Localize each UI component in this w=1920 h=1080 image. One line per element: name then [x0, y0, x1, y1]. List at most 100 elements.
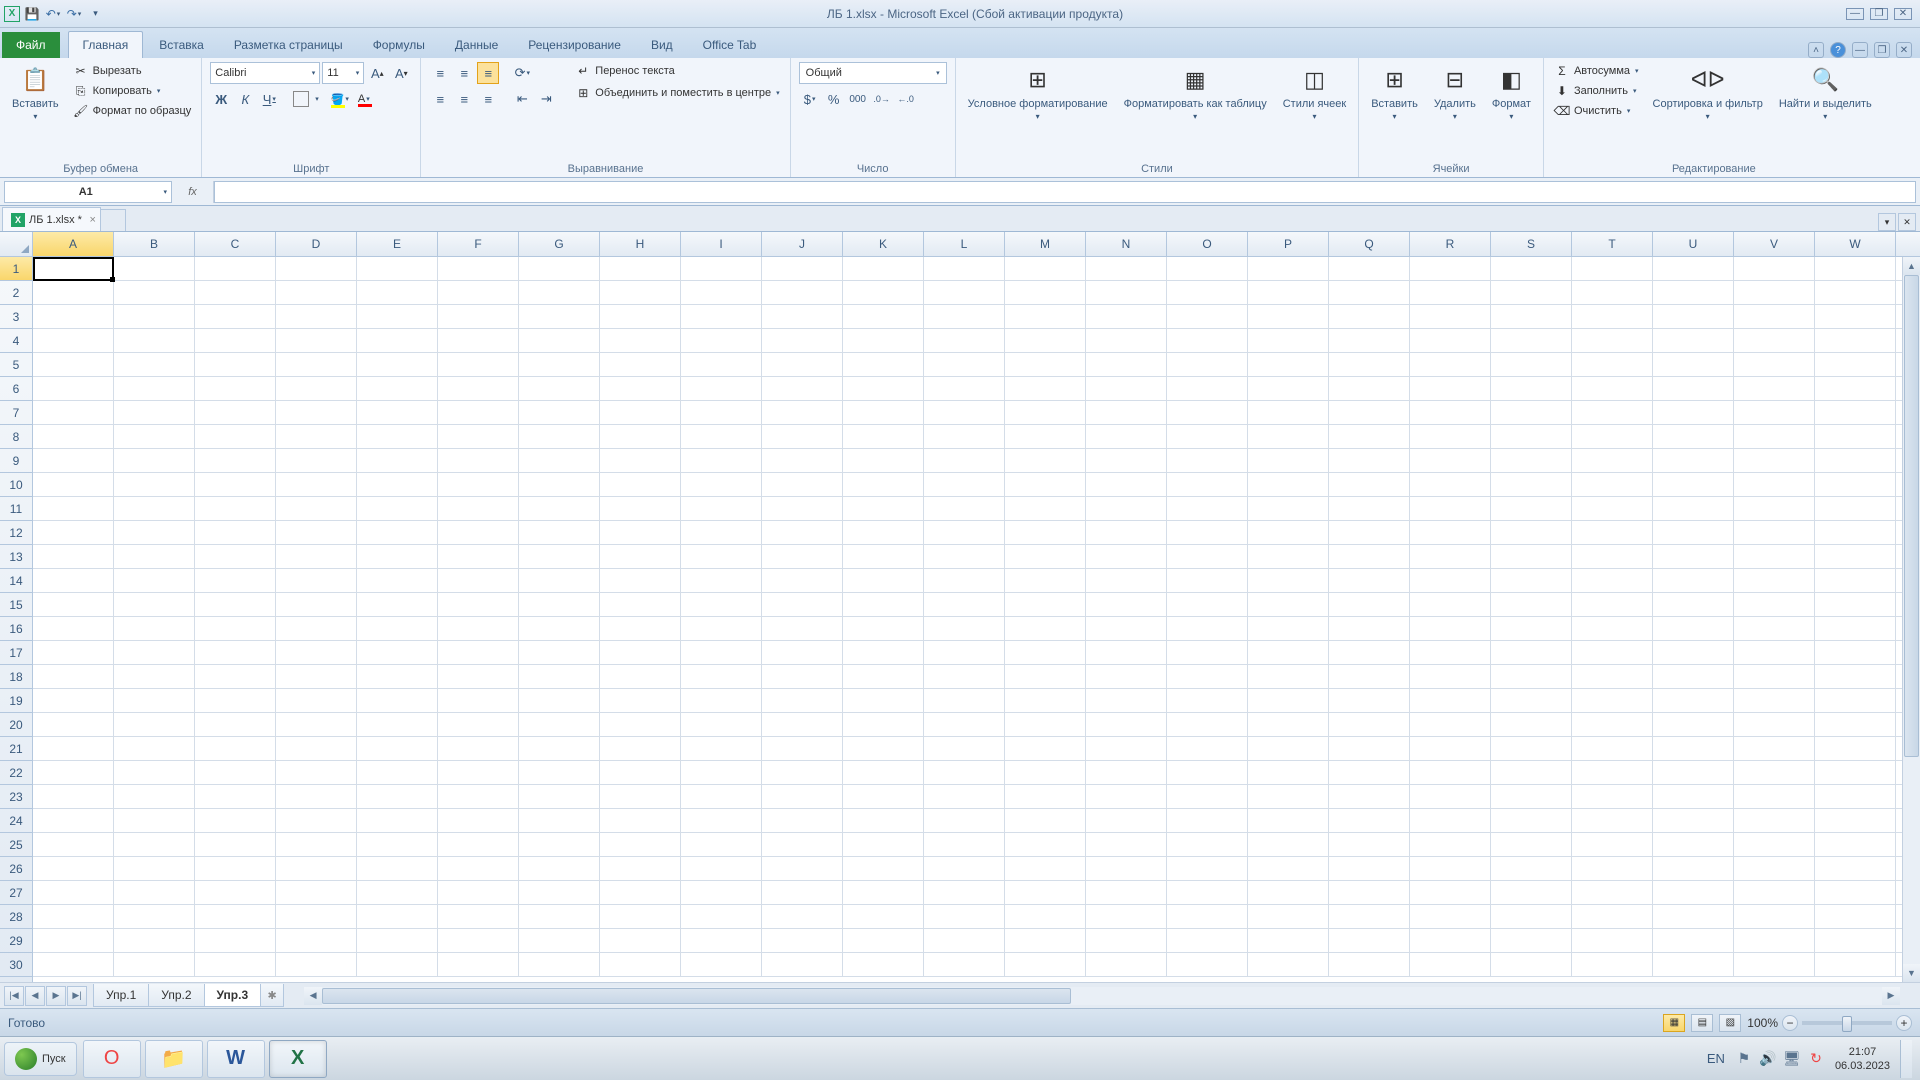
cell[interactable] — [1653, 449, 1734, 472]
cell[interactable] — [762, 497, 843, 520]
cell[interactable] — [843, 617, 924, 640]
merge-center-button[interactable]: ⊞Объединить и поместить в центре▾ — [573, 84, 781, 102]
cell[interactable] — [600, 761, 681, 784]
horizontal-scrollbar[interactable]: ◀ ▶ — [304, 987, 1900, 1005]
col-header-E[interactable]: E — [357, 232, 438, 256]
cell[interactable] — [924, 761, 1005, 784]
cell[interactable] — [519, 569, 600, 592]
cell[interactable] — [519, 857, 600, 880]
cell[interactable] — [1491, 305, 1572, 328]
cell[interactable] — [357, 401, 438, 424]
cell[interactable] — [276, 353, 357, 376]
cell[interactable] — [357, 857, 438, 880]
cell[interactable] — [1167, 281, 1248, 304]
row-header-2[interactable]: 2 — [0, 281, 32, 305]
cell[interactable] — [843, 449, 924, 472]
cell[interactable] — [1572, 713, 1653, 736]
cell[interactable] — [1167, 857, 1248, 880]
cell[interactable] — [924, 641, 1005, 664]
col-header-I[interactable]: I — [681, 232, 762, 256]
cell[interactable] — [924, 329, 1005, 352]
cell[interactable] — [843, 593, 924, 616]
cell[interactable] — [843, 521, 924, 544]
cell[interactable] — [1815, 257, 1896, 280]
first-sheet-icon[interactable]: |◀ — [4, 986, 24, 1006]
cell[interactable] — [33, 377, 114, 400]
cell[interactable] — [1815, 761, 1896, 784]
cell[interactable] — [1491, 665, 1572, 688]
cell[interactable] — [681, 809, 762, 832]
cell[interactable] — [1248, 929, 1329, 952]
col-header-P[interactable]: P — [1248, 232, 1329, 256]
row-header-8[interactable]: 8 — [0, 425, 32, 449]
currency-button[interactable]: $▾ — [799, 88, 821, 110]
cell[interactable] — [1248, 905, 1329, 928]
cell[interactable] — [1734, 905, 1815, 928]
align-center-button[interactable]: ≡ — [453, 88, 475, 110]
cell[interactable] — [762, 929, 843, 952]
col-header-H[interactable]: H — [600, 232, 681, 256]
cell[interactable] — [924, 713, 1005, 736]
cell[interactable] — [762, 401, 843, 424]
cell[interactable] — [681, 569, 762, 592]
cell[interactable] — [195, 713, 276, 736]
cell[interactable] — [1329, 281, 1410, 304]
prev-sheet-icon[interactable]: ◀ — [25, 986, 45, 1006]
cell[interactable] — [1086, 905, 1167, 928]
cell[interactable] — [600, 617, 681, 640]
cell[interactable] — [357, 305, 438, 328]
cell[interactable] — [1653, 545, 1734, 568]
cell[interactable] — [1248, 881, 1329, 904]
cell[interactable] — [1734, 305, 1815, 328]
help-icon[interactable]: ? — [1830, 42, 1846, 58]
cell[interactable] — [1491, 737, 1572, 760]
cell[interactable] — [1086, 881, 1167, 904]
cell[interactable] — [1005, 641, 1086, 664]
col-header-Q[interactable]: Q — [1329, 232, 1410, 256]
row-header-29[interactable]: 29 — [0, 929, 32, 953]
cell[interactable] — [1329, 665, 1410, 688]
cell[interactable] — [519, 761, 600, 784]
cell[interactable] — [1653, 665, 1734, 688]
col-header-B[interactable]: B — [114, 232, 195, 256]
cell[interactable] — [1248, 425, 1329, 448]
cell[interactable] — [1005, 905, 1086, 928]
cell[interactable] — [114, 833, 195, 856]
tab-data[interactable]: Данные — [441, 32, 512, 58]
cell[interactable] — [1167, 521, 1248, 544]
cell[interactable] — [114, 689, 195, 712]
cell[interactable] — [1572, 257, 1653, 280]
cell[interactable] — [600, 497, 681, 520]
cell[interactable] — [438, 545, 519, 568]
cell[interactable] — [357, 905, 438, 928]
col-header-J[interactable]: J — [762, 232, 843, 256]
cell[interactable] — [1086, 329, 1167, 352]
cell[interactable] — [1815, 593, 1896, 616]
cell[interactable] — [1086, 377, 1167, 400]
cell[interactable] — [924, 617, 1005, 640]
cell[interactable] — [1167, 401, 1248, 424]
cell[interactable] — [762, 569, 843, 592]
cell[interactable] — [1815, 833, 1896, 856]
cell[interactable] — [1086, 833, 1167, 856]
fill-button[interactable]: ⬇Заполнить▾ — [1552, 82, 1641, 100]
scroll-down-icon[interactable]: ▼ — [1903, 964, 1920, 982]
cell[interactable] — [195, 881, 276, 904]
cell[interactable] — [843, 929, 924, 952]
cell[interactable] — [357, 809, 438, 832]
cell[interactable] — [1329, 545, 1410, 568]
cell[interactable] — [1815, 737, 1896, 760]
cell[interactable] — [600, 905, 681, 928]
cell[interactable] — [195, 569, 276, 592]
cell[interactable] — [1086, 521, 1167, 544]
cell[interactable] — [1491, 641, 1572, 664]
increase-decimal-button[interactable]: .0→ — [871, 88, 893, 110]
cell[interactable] — [1491, 929, 1572, 952]
cell[interactable] — [1086, 425, 1167, 448]
cell[interactable] — [600, 281, 681, 304]
cell[interactable] — [762, 665, 843, 688]
col-header-R[interactable]: R — [1410, 232, 1491, 256]
cell[interactable] — [114, 497, 195, 520]
cell[interactable] — [1653, 809, 1734, 832]
cell[interactable] — [438, 425, 519, 448]
